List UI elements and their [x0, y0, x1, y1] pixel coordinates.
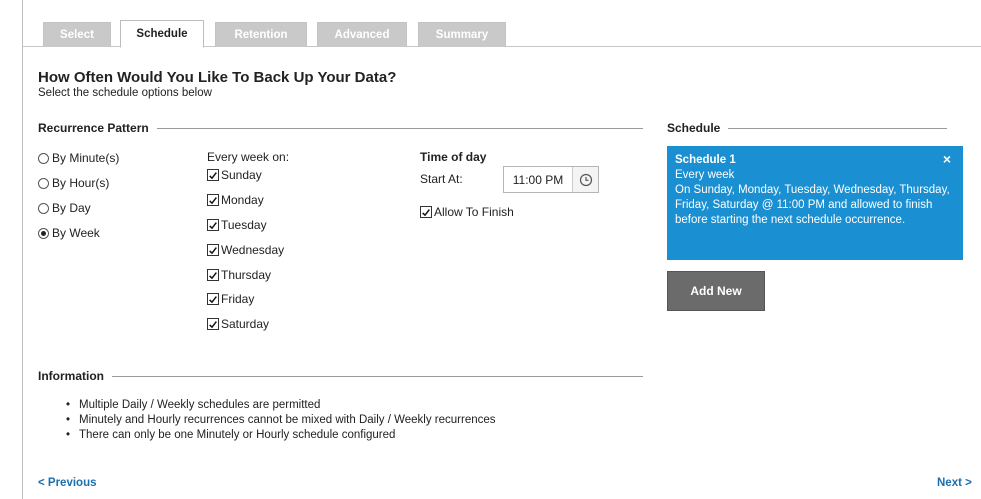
schedule-card-title: Schedule 1 [675, 154, 736, 166]
list-item: There can only be one Minutely or Hourly… [66, 428, 496, 443]
checkbox-sunday[interactable]: Sunday [207, 168, 262, 182]
tab-advanced[interactable]: Advanced [317, 22, 407, 47]
schedule-heading: Schedule [667, 121, 947, 135]
radio-by-minute[interactable]: By Minute(s) [38, 151, 119, 165]
tab-retention[interactable]: Retention [215, 22, 307, 47]
day-label: Saturday [221, 317, 270, 331]
radio-circle[interactable] [38, 152, 49, 164]
page-subtitle: Select the schedule options below [38, 87, 212, 99]
information-list: Multiple Daily / Weekly schedules are pe… [66, 398, 496, 443]
radio-by-week[interactable]: By Week [38, 226, 100, 240]
schedule-label: Schedule [667, 121, 721, 135]
close-icon[interactable]: × [943, 152, 951, 167]
next-link[interactable]: Next > [937, 477, 972, 489]
every-week-label: Every week on: [207, 150, 290, 164]
checkmark-icon[interactable] [207, 169, 219, 181]
start-at-label: Start At: [420, 172, 463, 186]
radio-circle-selected[interactable] [38, 227, 49, 239]
checkbox-thursday[interactable]: Thursday [207, 268, 271, 282]
checkbox-wednesday[interactable]: Wednesday [207, 243, 284, 257]
radio-circle[interactable] [38, 177, 49, 189]
checkmark-icon[interactable] [207, 194, 219, 206]
checkbox-saturday[interactable]: Saturday [207, 317, 269, 331]
day-label: Monday [221, 193, 264, 207]
divider [112, 375, 643, 377]
information-heading: Information [38, 369, 643, 383]
tab-select[interactable]: Select [43, 22, 111, 47]
add-new-button[interactable]: Add New [667, 271, 765, 311]
time-of-day-heading: Time of day [420, 150, 487, 164]
checkbox-tuesday[interactable]: Tuesday [207, 218, 267, 232]
schedule-card-description: On Sunday, Monday, Tuesday, Wednesday, T… [675, 184, 950, 226]
day-label: Wednesday [221, 243, 285, 257]
checkmark-icon[interactable] [207, 219, 219, 231]
schedule-card-frequency: Every week [675, 169, 735, 181]
day-label: Friday [221, 292, 255, 306]
clock-icon[interactable] [572, 167, 598, 192]
recurrence-pattern-heading: Recurrence Pattern [38, 121, 643, 135]
tab-schedule[interactable]: Schedule [120, 20, 204, 48]
radio-label: By Day [52, 201, 91, 215]
checkmark-icon[interactable] [207, 269, 219, 281]
radio-label: By Minute(s) [52, 151, 120, 165]
day-label: Sunday [221, 168, 262, 182]
recurrence-pattern-label: Recurrence Pattern [38, 121, 149, 135]
radio-circle[interactable] [38, 202, 49, 214]
allow-to-finish-label: Allow To Finish [434, 205, 514, 219]
checkmark-icon[interactable] [207, 244, 219, 256]
checkmark-icon[interactable] [207, 293, 219, 305]
list-item: Multiple Daily / Weekly schedules are pe… [66, 398, 496, 413]
start-time-value[interactable]: 11:00 PM [504, 173, 572, 187]
tab-summary[interactable]: Summary [418, 22, 506, 47]
checkmark-icon[interactable] [207, 318, 219, 330]
day-label: Tuesday [221, 218, 267, 232]
start-time-input[interactable]: 11:00 PM [503, 166, 599, 193]
radio-label: By Hour(s) [52, 176, 110, 190]
checkbox-friday[interactable]: Friday [207, 292, 254, 306]
checkbox-allow-to-finish[interactable]: Allow To Finish [420, 205, 514, 219]
radio-label: By Week [52, 226, 100, 240]
checkmark-icon[interactable] [420, 206, 432, 218]
list-item: Minutely and Hourly recurrences cannot b… [66, 413, 496, 428]
tab-bar: Select Schedule Retention Advanced Summa… [22, 20, 981, 48]
divider [156, 127, 643, 129]
information-label: Information [38, 369, 104, 383]
radio-by-hour[interactable]: By Hour(s) [38, 176, 109, 190]
divider [728, 127, 947, 129]
previous-link[interactable]: < Previous [38, 477, 97, 489]
radio-by-day[interactable]: By Day [38, 201, 91, 215]
day-label: Thursday [221, 268, 272, 282]
page-title: How Often Would You Like To Back Up Your… [38, 69, 397, 86]
checkbox-monday[interactable]: Monday [207, 193, 264, 207]
schedule-card[interactable]: Schedule 1 Every week On Sunday, Monday,… [667, 146, 963, 260]
